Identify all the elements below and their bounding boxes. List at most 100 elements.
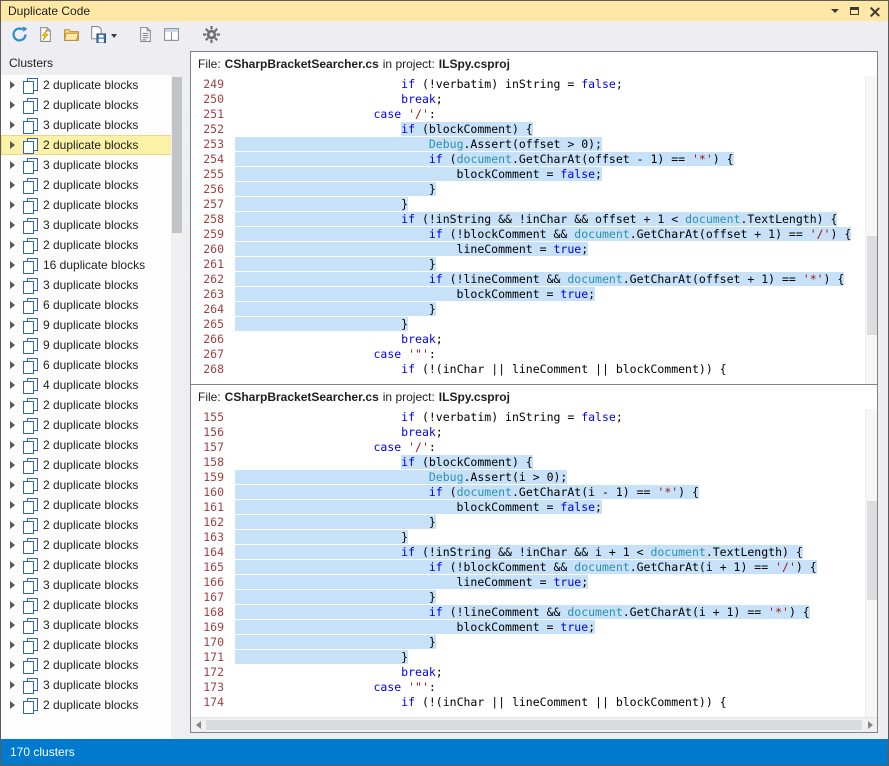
expand-arrow-icon[interactable] (10, 601, 15, 609)
expand-arrow-icon[interactable] (10, 181, 15, 189)
cluster-item[interactable]: 2 duplicate blocks (1, 655, 183, 675)
expand-arrow-icon[interactable] (10, 141, 15, 149)
cluster-item[interactable]: 2 duplicate blocks (1, 475, 183, 495)
expand-arrow-icon[interactable] (10, 541, 15, 549)
expand-arrow-icon[interactable] (10, 481, 15, 489)
cluster-item[interactable]: 16 duplicate blocks (1, 255, 183, 275)
expand-arrow-icon[interactable] (10, 261, 15, 269)
code-editor-view[interactable]: 155 if (!verbatim) inString = false;156 … (191, 409, 865, 717)
cluster-list[interactable]: 2 duplicate blocks2 duplicate blocks3 du… (1, 75, 183, 739)
toolbar (1, 21, 888, 51)
cluster-item[interactable]: 3 duplicate blocks (1, 575, 183, 595)
expand-arrow-icon[interactable] (10, 281, 15, 289)
clusters-vertical-scrollbar[interactable] (171, 75, 183, 739)
cluster-item[interactable]: 2 duplicate blocks (1, 235, 183, 255)
project-name: ILSpy.csproj (439, 57, 510, 71)
expand-arrow-icon[interactable] (10, 321, 15, 329)
cluster-item[interactable]: 6 duplicate blocks (1, 295, 183, 315)
expand-arrow-icon[interactable] (10, 681, 15, 689)
cluster-item[interactable]: 2 duplicate blocks (1, 175, 183, 195)
expand-arrow-icon[interactable] (10, 241, 15, 249)
code-horizontal-scrollbar[interactable] (191, 717, 877, 732)
cluster-item[interactable]: 3 duplicate blocks (1, 215, 183, 235)
open-folder-button[interactable] (59, 24, 83, 48)
cluster-item[interactable]: 9 duplicate blocks (1, 315, 183, 335)
close-button[interactable] (866, 4, 883, 19)
cluster-item[interactable]: 2 duplicate blocks (1, 135, 183, 155)
cluster-item[interactable]: 9 duplicate blocks (1, 335, 183, 355)
expand-arrow-icon[interactable] (10, 701, 15, 709)
dropdown-arrow-icon[interactable] (111, 34, 117, 38)
code-vertical-scrollbar[interactable] (865, 409, 877, 717)
scrollbar-thumb[interactable] (206, 720, 862, 730)
cluster-item[interactable]: 2 duplicate blocks (1, 75, 183, 95)
expand-arrow-icon[interactable] (10, 201, 15, 209)
cluster-item[interactable]: 2 duplicate blocks (1, 415, 183, 435)
expand-arrow-icon[interactable] (10, 301, 15, 309)
expand-arrow-icon[interactable] (10, 221, 15, 229)
document-icon (137, 26, 154, 46)
report-view-button[interactable] (133, 24, 157, 48)
cluster-item[interactable]: 3 duplicate blocks (1, 615, 183, 635)
expand-arrow-icon[interactable] (10, 401, 15, 409)
expand-arrow-icon[interactable] (10, 161, 15, 169)
scrollbar-thumb[interactable] (867, 236, 877, 335)
settings-button[interactable] (199, 24, 223, 48)
expand-arrow-icon[interactable] (10, 381, 15, 389)
cluster-item[interactable]: 2 duplicate blocks (1, 495, 183, 515)
code-editor-view[interactable]: 249 if (!verbatim) inString = false;250 … (191, 76, 865, 384)
expand-arrow-icon[interactable] (10, 521, 15, 529)
line-number: 261 (191, 257, 235, 272)
cluster-item[interactable]: 2 duplicate blocks (1, 95, 183, 115)
cluster-item[interactable]: 2 duplicate blocks (1, 555, 183, 575)
expand-arrow-icon[interactable] (10, 581, 15, 589)
cluster-item[interactable]: 3 duplicate blocks (1, 155, 183, 175)
expand-arrow-icon[interactable] (10, 361, 15, 369)
cluster-item[interactable]: 2 duplicate blocks (1, 595, 183, 615)
expand-arrow-icon[interactable] (10, 421, 15, 429)
expand-arrow-icon[interactable] (10, 561, 15, 569)
expand-arrow-icon[interactable] (10, 501, 15, 509)
cluster-item[interactable]: 2 duplicate blocks (1, 535, 183, 555)
expand-arrow-icon[interactable] (10, 121, 15, 129)
scrollbar-thumb[interactable] (172, 77, 182, 233)
code-line: 155 if (!verbatim) inString = false; (191, 410, 865, 425)
cluster-item[interactable]: 3 duplicate blocks (1, 115, 183, 135)
cluster-item[interactable]: 6 duplicate blocks (1, 355, 183, 375)
scrollbar-thumb[interactable] (867, 501, 877, 600)
cluster-item[interactable]: 2 duplicate blocks (1, 515, 183, 535)
split-view-button[interactable] (159, 24, 183, 48)
expand-arrow-icon[interactable] (10, 81, 15, 89)
triangle-right-icon (868, 721, 873, 729)
code-line: 266 break; (191, 332, 865, 347)
cluster-item[interactable]: 2 duplicate blocks (1, 455, 183, 475)
cluster-item[interactable]: 2 duplicate blocks (1, 195, 183, 215)
cluster-item[interactable]: 3 duplicate blocks (1, 275, 183, 295)
float-window-button[interactable] (846, 4, 863, 19)
expand-arrow-icon[interactable] (10, 101, 15, 109)
window-position-button[interactable] (826, 4, 843, 19)
expand-arrow-icon[interactable] (10, 641, 15, 649)
expand-arrow-icon[interactable] (10, 441, 15, 449)
analyze-button[interactable] (33, 24, 57, 48)
expand-arrow-icon[interactable] (10, 461, 15, 469)
expand-arrow-icon[interactable] (10, 341, 15, 349)
cluster-item[interactable]: 2 duplicate blocks (1, 635, 183, 655)
cluster-item[interactable]: 3 duplicate blocks (1, 675, 183, 695)
expand-arrow-icon[interactable] (10, 621, 15, 629)
line-number: 155 (191, 410, 235, 425)
expand-arrow-icon[interactable] (10, 661, 15, 669)
duplicate-blocks-icon (23, 538, 37, 553)
cluster-item[interactable]: 2 duplicate blocks (1, 435, 183, 455)
duplicate-blocks-icon (23, 578, 37, 593)
export-button[interactable] (85, 24, 109, 48)
titlebar[interactable]: Duplicate Code (1, 1, 888, 21)
cluster-item[interactable]: 2 duplicate blocks (1, 395, 183, 415)
project-label: in project: (383, 57, 435, 71)
code-vertical-scrollbar[interactable] (865, 76, 877, 384)
scroll-left-button[interactable] (191, 718, 205, 732)
cluster-item[interactable]: 2 duplicate blocks (1, 695, 183, 715)
scroll-right-button[interactable] (863, 718, 877, 732)
refresh-button[interactable] (7, 24, 31, 48)
cluster-item[interactable]: 4 duplicate blocks (1, 375, 183, 395)
